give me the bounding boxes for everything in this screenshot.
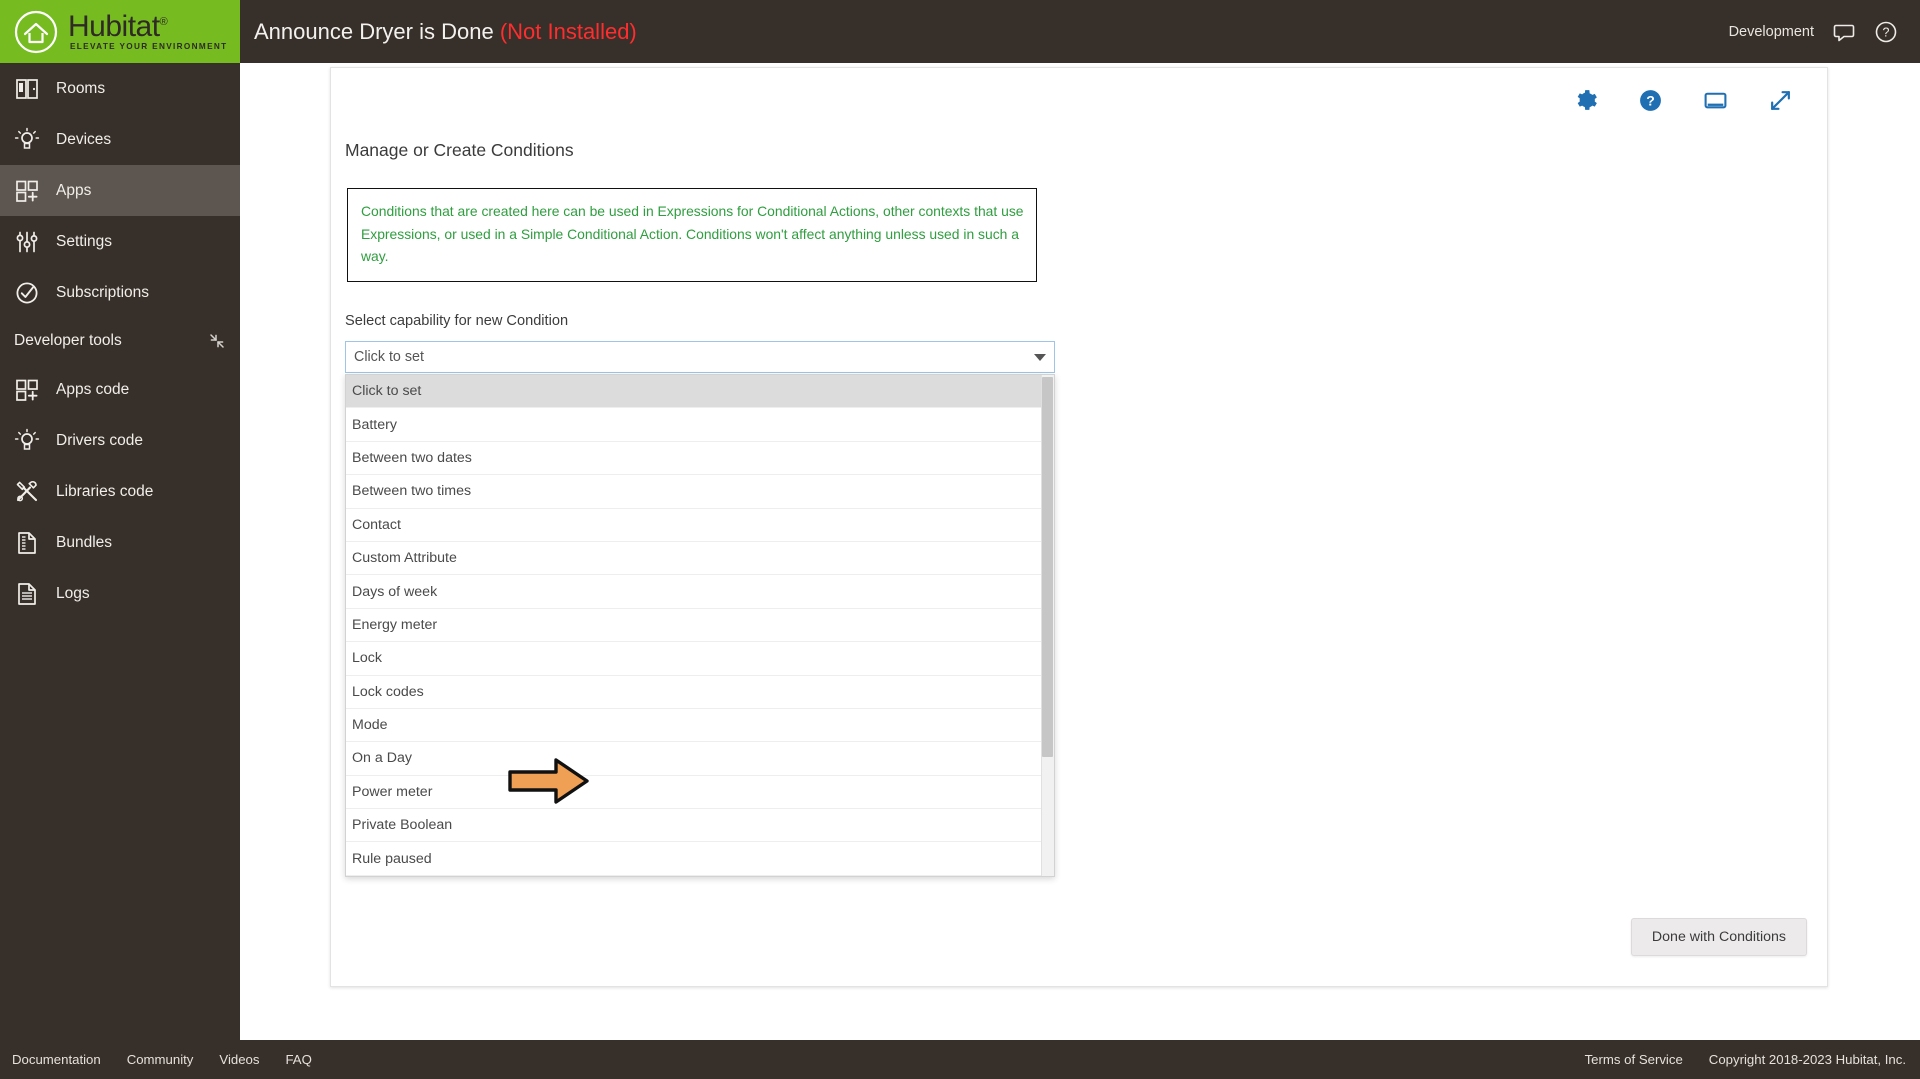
sidebar-section-developer-tools[interactable]: Developer tools	[0, 318, 240, 364]
dropdown-scrollbar-track[interactable]	[1041, 375, 1054, 876]
footer-links-right: Terms of Service Copyright 2018-2023 Hubi…	[1585, 1052, 1920, 1067]
sidebar-item-subscriptions[interactable]: Subscriptions	[0, 267, 240, 318]
expand-icon[interactable]	[1768, 88, 1793, 113]
conditions-card: ? Manage or Create Conditions Conditions…	[330, 67, 1828, 987]
dropdown-option[interactable]: Energy meter	[346, 608, 1054, 643]
page-title: Announce Dryer is Done (Not Installed)	[254, 19, 637, 45]
hubitat-admin-page: Hubitat® ELEVATE YOUR ENVIRONMENT Announ…	[0, 0, 1920, 1079]
dropdown-option[interactable]: On a Day	[346, 742, 1054, 776]
capability-field-label: Select capability for new Condition	[345, 313, 569, 329]
sidebar-item-label: Libraries code	[56, 482, 154, 500]
gear-icon[interactable]	[1573, 88, 1598, 113]
drivers-code-icon	[14, 428, 40, 450]
apps-icon	[16, 180, 38, 202]
help-circle-icon[interactable]: ?	[1874, 20, 1898, 44]
sidebar-item-label: Apps code	[56, 380, 130, 398]
footer-link-community[interactable]: Community	[127, 1052, 194, 1067]
sidebar-item-bundles[interactable]: Bundles	[0, 517, 240, 568]
footer-copyright: Copyright 2018-2023 Hubitat, Inc.	[1708, 1052, 1906, 1067]
footer-link-terms-of-service[interactable]: Terms of Service	[1585, 1052, 1683, 1067]
chevron-down-icon	[1034, 353, 1046, 361]
check-circle-icon	[16, 281, 38, 304]
sidebar-item-label: Drivers code	[56, 431, 143, 449]
sidebar-item-label: Devices	[56, 130, 112, 148]
sidebar: Rooms Devices Apps Settings Subscription…	[0, 63, 240, 1079]
dropdown-option[interactable]: Between two dates	[346, 441, 1054, 476]
help-circle-icon[interactable]: ?	[1638, 88, 1663, 113]
brand-tagline: ELEVATE YOUR ENVIRONMENT	[70, 42, 228, 52]
dropdown-option[interactable]: Lock	[346, 642, 1054, 676]
page-title-text: Announce Dryer is Done	[254, 18, 494, 44]
dropdown-option[interactable]: Battery	[346, 408, 1054, 442]
dropdown-options-container[interactable]: Click to set Battery Between two dates Betw…	[346, 375, 1054, 876]
footer: Documentation Community Videos FAQ Terms of…	[0, 1040, 1920, 1079]
sidebar-item-label: Settings	[56, 232, 113, 250]
footer-link-documentation[interactable]: Documentation	[12, 1052, 101, 1067]
done-with-conditions-button[interactable]: Done with Conditions	[1630, 918, 1807, 956]
dropdown-scrollbar-thumb[interactable]	[1042, 377, 1053, 757]
dropdown-option[interactable]: Days of week	[346, 575, 1054, 609]
capability-select[interactable]: Click to set	[345, 341, 1055, 373]
sidebar-item-rooms[interactable]: Rooms	[0, 63, 240, 114]
devices-icon	[14, 127, 40, 149]
bundles-icon	[18, 531, 36, 554]
hubitat-house-logo-icon	[14, 10, 58, 53]
svg-text:?: ?	[1646, 93, 1655, 109]
sidebar-item-logs[interactable]: Logs	[0, 568, 240, 619]
card-heading: Manage or Create Conditions	[345, 140, 574, 160]
sidebar-section-label: Developer tools	[14, 332, 122, 349]
top-bar-actions: Development ?	[1729, 20, 1920, 44]
sidebar-item-label: Apps	[56, 181, 92, 199]
main-content: ? Manage or Create Conditions Conditions…	[240, 63, 1920, 1040]
footer-link-faq[interactable]: FAQ	[285, 1052, 311, 1067]
chat-bubble-icon[interactable]	[1832, 20, 1856, 44]
sidebar-item-settings[interactable]: Settings	[0, 216, 240, 267]
sidebar-item-label: Subscriptions	[56, 283, 150, 301]
svg-text:?: ?	[1883, 25, 1890, 39]
sidebar-item-label: Bundles	[56, 533, 113, 551]
dropdown-option[interactable]: Rule paused	[346, 842, 1054, 876]
apps-code-icon	[16, 379, 38, 401]
brand-name: Hubitat®	[68, 9, 168, 43]
top-bar: Hubitat® ELEVATE YOUR ENVIRONMENT Announ…	[0, 0, 1920, 63]
sidebar-item-libraries-code[interactable]: Libraries code	[0, 466, 240, 517]
display-icon[interactable]	[1703, 88, 1728, 113]
sidebar-item-apps[interactable]: Apps	[0, 165, 240, 216]
dropdown-option[interactable]: Contact	[346, 508, 1054, 542]
footer-links-left: Documentation Community Videos FAQ	[0, 1052, 312, 1067]
sidebar-item-apps-code[interactable]: Apps code	[0, 364, 240, 415]
settings-icon	[16, 231, 38, 252]
dropdown-option[interactable]: Lock codes	[346, 675, 1054, 709]
libraries-code-icon	[16, 480, 38, 501]
card-toolbar: ?	[1573, 88, 1793, 113]
collapse-icon[interactable]	[208, 332, 226, 350]
sidebar-item-label: Logs	[56, 584, 90, 602]
status-badge: (Not Installed)	[499, 18, 637, 44]
sidebar-item-drivers-code[interactable]: Drivers code	[0, 415, 240, 466]
logs-icon	[18, 582, 36, 605]
sidebar-item-label: Rooms	[56, 79, 106, 97]
sidebar-item-devices[interactable]: Devices	[0, 114, 240, 165]
rooms-icon	[16, 78, 38, 99]
info-callout: Conditions that are created here can be …	[347, 188, 1037, 282]
info-callout-text: Conditions that are created here can be …	[361, 203, 1024, 265]
footer-link-videos[interactable]: Videos	[219, 1052, 259, 1067]
capability-select-value: Click to set	[354, 349, 424, 365]
capability-dropdown-list[interactable]: Click to set Battery Between two dates Betw…	[345, 374, 1055, 877]
dropdown-option[interactable]: Private Boolean	[346, 809, 1054, 843]
environment-label: Development	[1728, 23, 1814, 40]
dropdown-option[interactable]: Switch	[346, 875, 1054, 876]
dropdown-option[interactable]: Power meter	[346, 775, 1054, 810]
dropdown-option[interactable]: Click to set	[346, 375, 1054, 409]
dropdown-option[interactable]: Mode	[346, 708, 1054, 743]
brand-logo[interactable]: Hubitat® ELEVATE YOUR ENVIRONMENT	[0, 0, 240, 63]
dropdown-option[interactable]: Between two times	[346, 475, 1054, 509]
dropdown-option[interactable]: Custom Attribute	[346, 541, 1054, 576]
